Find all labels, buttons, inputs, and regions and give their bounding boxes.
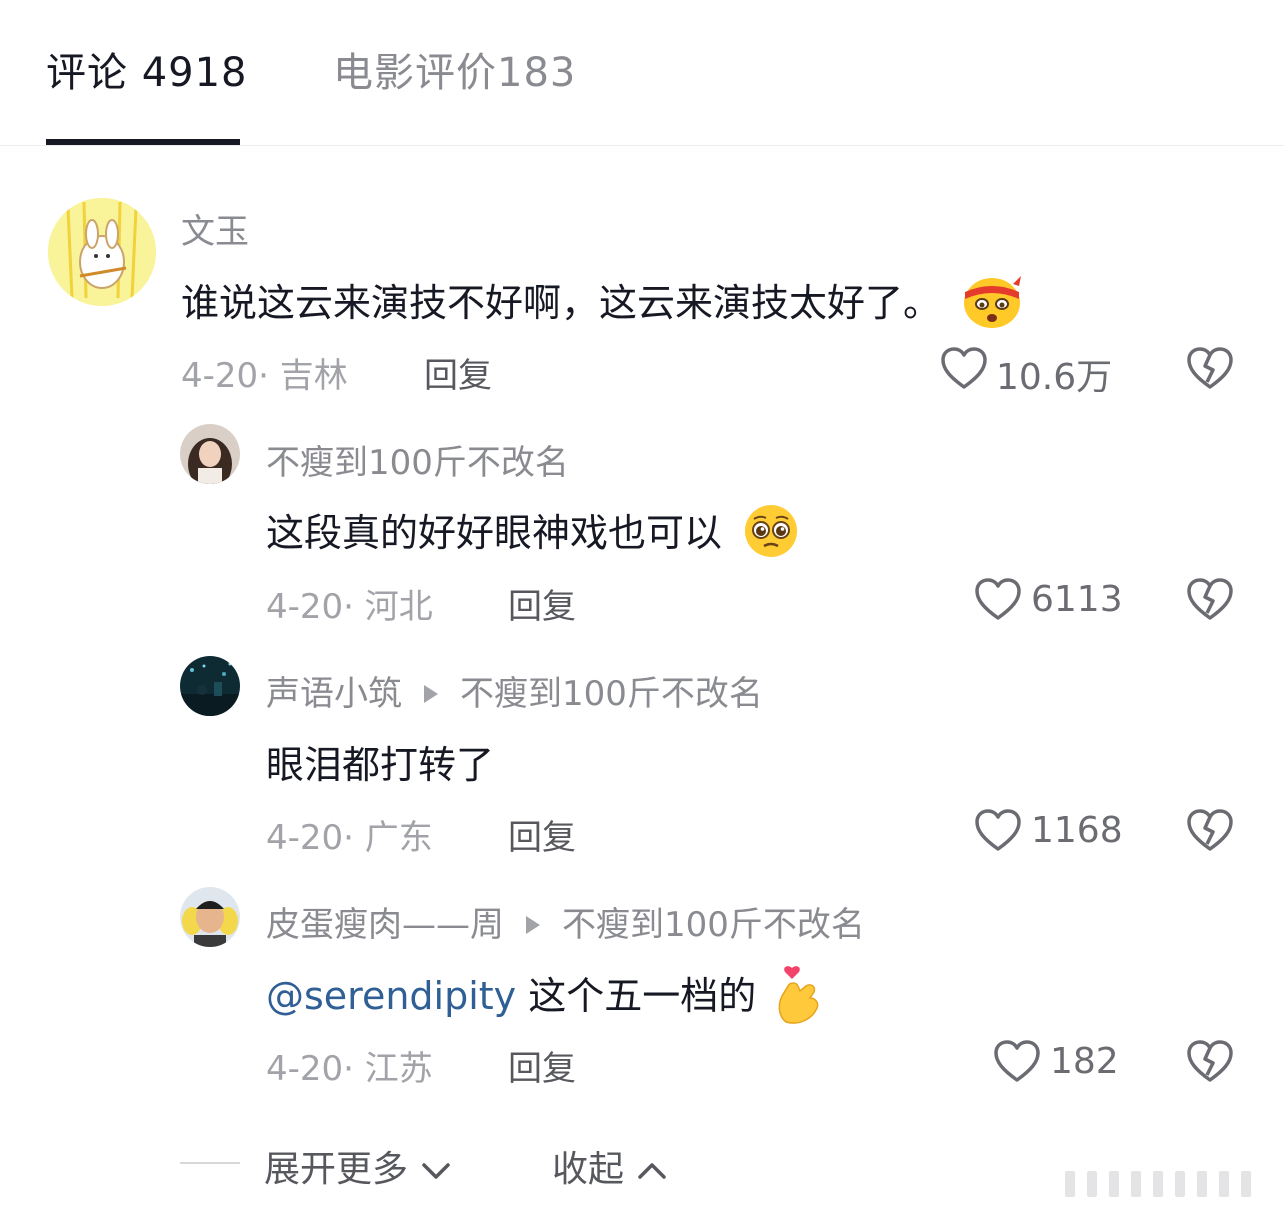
comment-body: 这段真的好好眼神戏也可以 — [266, 511, 723, 555]
like-count: 1168 — [1031, 810, 1123, 851]
like-heart-icon[interactable] — [993, 1039, 1041, 1087]
comment-text: 眼泪都打转了 — [266, 743, 495, 787]
username[interactable]: 皮蛋瘦肉——周 不瘦到100斤不改名 — [266, 897, 865, 946]
reply-arrow-icon — [526, 915, 540, 934]
mention-link[interactable]: @serendipity — [266, 974, 516, 1018]
collapse-label: 收起 — [552, 1149, 625, 1190]
angry-headband-emoji-icon — [961, 272, 1023, 339]
dislike-broken-heart-icon[interactable] — [1186, 577, 1234, 625]
pleading-face-emoji-icon — [742, 503, 800, 568]
tab-comments[interactable]: 评论 4918 — [46, 40, 248, 98]
reply-button[interactable]: 回复 — [424, 348, 492, 397]
like-count: 10.6万 — [996, 357, 1113, 398]
avatar[interactable] — [180, 424, 240, 484]
comment-text: 谁说这云来演技不好啊，这云来演技太好了。 — [181, 272, 1023, 339]
comment-date-location: 4-20· 江苏 — [266, 1049, 433, 1089]
like-heart-icon[interactable] — [940, 346, 988, 394]
finger-heart-emoji-icon — [776, 964, 822, 1033]
like-count: 6113 — [1031, 579, 1123, 620]
comment-text: @serendipity 这个五一档的 — [266, 964, 822, 1033]
comment-date-location: 4-20· 广东 — [266, 818, 433, 858]
reply-target-name[interactable]: 不瘦到100斤不改名 — [562, 905, 865, 945]
comment-date-location: 4-20· 河北 — [266, 587, 433, 627]
commenter-name[interactable]: 声语小筑 — [266, 674, 402, 714]
comment-text: 这段真的好好眼神戏也可以 — [266, 502, 800, 568]
like-heart-icon[interactable] — [974, 808, 1022, 856]
avatar[interactable] — [48, 198, 156, 306]
avatar[interactable] — [180, 887, 240, 947]
expand-more-button[interactable]: 展开更多 — [264, 1140, 451, 1192]
like-count: 182 — [1050, 1041, 1119, 1082]
collapse-button[interactable]: 收起 — [552, 1140, 667, 1192]
dislike-broken-heart-icon[interactable] — [1186, 808, 1234, 856]
username[interactable]: 声语小筑 不瘦到100斤不改名 — [266, 666, 763, 715]
tab-movie-reviews[interactable]: 电影评价183 — [333, 40, 576, 98]
expand-more-label: 展开更多 — [264, 1149, 409, 1190]
avatar[interactable] — [180, 656, 240, 716]
footer-divider — [180, 1162, 240, 1164]
dislike-broken-heart-icon[interactable] — [1186, 1039, 1234, 1087]
reply-target-name[interactable]: 不瘦到100斤不改名 — [460, 674, 763, 714]
chevron-down-icon — [422, 1163, 451, 1179]
reply-arrow-icon — [424, 684, 438, 703]
reply-button[interactable]: 回复 — [508, 810, 576, 859]
active-tab-indicator — [46, 139, 240, 145]
username[interactable]: 不瘦到100斤不改名 — [266, 435, 569, 484]
reply-button[interactable]: 回复 — [508, 1041, 576, 1090]
comment-tabs: 评论 4918 电影评价183 — [0, 0, 1284, 146]
chevron-up-icon — [638, 1163, 667, 1179]
commenter-name[interactable]: 皮蛋瘦肉——周 — [266, 905, 504, 945]
comment-body: 这个五一档的 — [516, 974, 757, 1018]
comment-date-location: 4-20· 吉林 — [181, 356, 348, 396]
dislike-broken-heart-icon[interactable] — [1186, 346, 1234, 394]
scrollbar-indicator — [1065, 1165, 1270, 1201]
like-heart-icon[interactable] — [974, 577, 1022, 625]
reply-button[interactable]: 回复 — [508, 579, 576, 628]
username[interactable]: 文玉 — [181, 204, 249, 253]
comment-body: 谁说这云来演技不好啊，这云来演技太好了。 — [181, 281, 942, 325]
